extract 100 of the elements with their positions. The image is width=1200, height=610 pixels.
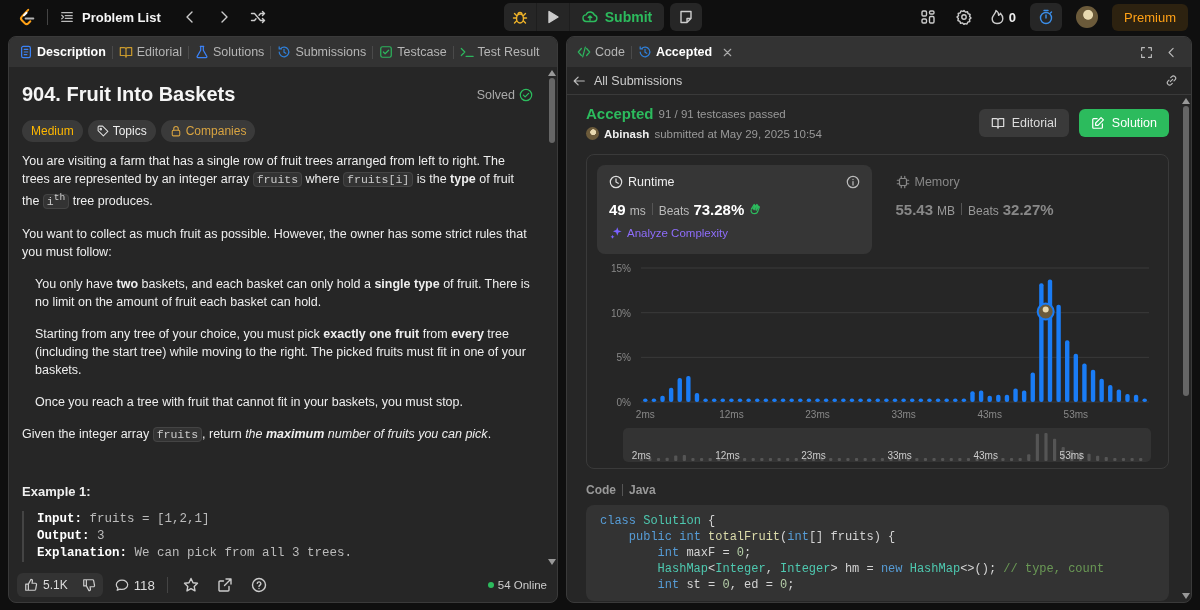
tab[interactable]: Testcase — [379, 43, 447, 61]
debug-button[interactable] — [503, 3, 536, 31]
tab[interactable]: Code — [577, 43, 625, 61]
chart-bar[interactable] — [996, 394, 1001, 402]
chart-bar[interactable] — [978, 390, 984, 402]
tab[interactable]: Editorial — [118, 43, 182, 61]
tag-button[interactable]: Companies — [160, 120, 256, 142]
help-icon — [250, 577, 267, 593]
chart-bar[interactable] — [849, 398, 855, 402]
submit-button[interactable]: Submit — [569, 3, 665, 31]
chart-bar[interactable] — [712, 398, 717, 402]
chart-bar[interactable] — [858, 398, 863, 402]
chart-bar[interactable] — [1004, 394, 1010, 402]
clapping-hands-icon — [748, 201, 763, 215]
chart-bar[interactable] — [823, 398, 829, 402]
tab[interactable]: Solutions — [194, 43, 265, 61]
chart-bar[interactable] — [1133, 394, 1139, 402]
notes-button[interactable] — [670, 3, 703, 31]
metric-card[interactable]: Memory 55.43 MB Beats 32.27% — [883, 165, 1158, 254]
chart-bar[interactable] — [1030, 372, 1035, 402]
logo-icon[interactable] — [18, 7, 35, 27]
chart-bar[interactable] — [763, 398, 769, 402]
timer-button[interactable] — [1030, 3, 1062, 31]
flask-icon — [194, 45, 209, 59]
chart-bar[interactable] — [815, 398, 820, 402]
chart-bar[interactable] — [1116, 389, 1122, 402]
language-label: Java — [629, 483, 656, 497]
chart-bar[interactable] — [1142, 398, 1147, 402]
premium-button[interactable]: Premium — [1112, 3, 1188, 31]
run-button[interactable] — [536, 3, 569, 31]
chart-bar[interactable] — [703, 398, 708, 402]
comments-button[interactable]: 118 — [114, 577, 155, 593]
submission-time: submitted at May 29, 2025 10:54 — [654, 127, 822, 140]
description-paragraph: You are visiting a farm that has a single row of fruit trees arranged from left to right. The trees are represented by an integer array fruits where fruits[i] is the type of fruit the i$^{th}$ tree produces. — [22, 153, 515, 211]
chart-bar[interactable] — [1013, 388, 1018, 402]
chart-bar[interactable] — [987, 395, 992, 402]
chart-bar[interactable] — [1125, 393, 1130, 402]
history-icon — [277, 45, 292, 59]
chart-bar[interactable] — [677, 377, 682, 402]
clock-icon — [609, 175, 623, 189]
chart-bar[interactable] — [901, 398, 906, 402]
chart-bar[interactable] — [918, 398, 924, 402]
chart-bar[interactable] — [729, 398, 734, 402]
chart-bar[interactable] — [755, 398, 760, 402]
chart-bar[interactable] — [953, 398, 958, 402]
chart-bar[interactable] — [651, 398, 657, 402]
chart-bar[interactable] — [910, 398, 915, 402]
chart-bar[interactable] — [737, 398, 743, 402]
code-line: class Solution { — [600, 513, 717, 529]
chart-bar[interactable] — [789, 398, 794, 402]
avatar[interactable] — [1076, 6, 1098, 28]
online-count: 54 Online — [497, 579, 547, 591]
chart-bar[interactable] — [1090, 369, 1096, 402]
chart-bar[interactable] — [668, 387, 674, 402]
chart-bar[interactable] — [1065, 340, 1070, 402]
chart-bar[interactable] — [660, 395, 665, 402]
tab[interactable]: Accepted — [637, 43, 713, 61]
chart-bar[interactable] — [686, 376, 691, 402]
chart-bar[interactable] — [746, 398, 751, 402]
testcases-passed: 91 / 91 testcases passed — [658, 107, 786, 120]
chart-bar[interactable] — [772, 398, 777, 402]
metric-card[interactable]: Runtime 49 ms Beats 73.28% Analyze Complexity — [597, 165, 872, 254]
chart-bar[interactable] — [798, 398, 803, 402]
chart-bar[interactable] — [884, 398, 889, 402]
chart-bar[interactable] — [944, 398, 949, 402]
code-line: public int totalFruit(int[] fruits) { — [627, 529, 897, 545]
editorial-button[interactable]: Editorial — [978, 108, 1069, 137]
tag-button[interactable]: Topics — [87, 120, 156, 142]
chart-bar[interactable] — [1099, 378, 1104, 402]
axis-label: 15% — [611, 263, 631, 274]
chart-bar[interactable] — [892, 398, 898, 402]
problem-list-button[interactable]: Problem List — [60, 9, 161, 25]
analyze-complexity-link[interactable]: Analyze Complexity — [609, 226, 728, 240]
chart-bar[interactable] — [806, 398, 812, 402]
chart-bar[interactable] — [970, 391, 975, 402]
chart-bar[interactable] — [1021, 390, 1027, 402]
tab[interactable]: Description — [19, 43, 106, 61]
chart-bar[interactable] — [720, 398, 725, 402]
streak-counter[interactable]: 0 — [988, 9, 1016, 25]
chart-bar[interactable] — [780, 398, 786, 402]
chart-bar[interactable] — [841, 398, 846, 402]
chart-bar[interactable] — [927, 398, 932, 402]
metric-value: 49 — [609, 201, 626, 218]
all-submissions-link[interactable]: All Submissions — [572, 73, 683, 88]
chart-bar[interactable] — [866, 398, 872, 402]
chart-bar[interactable] — [961, 398, 967, 402]
chart-bar[interactable] — [1108, 385, 1113, 402]
tab[interactable]: Submissions — [277, 43, 367, 61]
description-paragraph: Given the integer array fruits , return the maximum number of fruits you can pick. — [22, 425, 493, 444]
settings-icon — [955, 9, 972, 25]
chart-bar[interactable] — [1073, 353, 1078, 402]
chart-bar[interactable] — [875, 398, 880, 402]
chart-bar[interactable] — [643, 398, 648, 402]
chart-bar[interactable] — [1082, 363, 1087, 402]
tab[interactable]: Test Result — [459, 43, 540, 61]
info-icon[interactable] — [845, 175, 860, 189]
difficulty-tag[interactable]: Medium — [22, 120, 83, 142]
chart-bar[interactable] — [935, 398, 941, 402]
chart-bar[interactable] — [832, 398, 837, 402]
chart-bar[interactable] — [694, 393, 700, 402]
